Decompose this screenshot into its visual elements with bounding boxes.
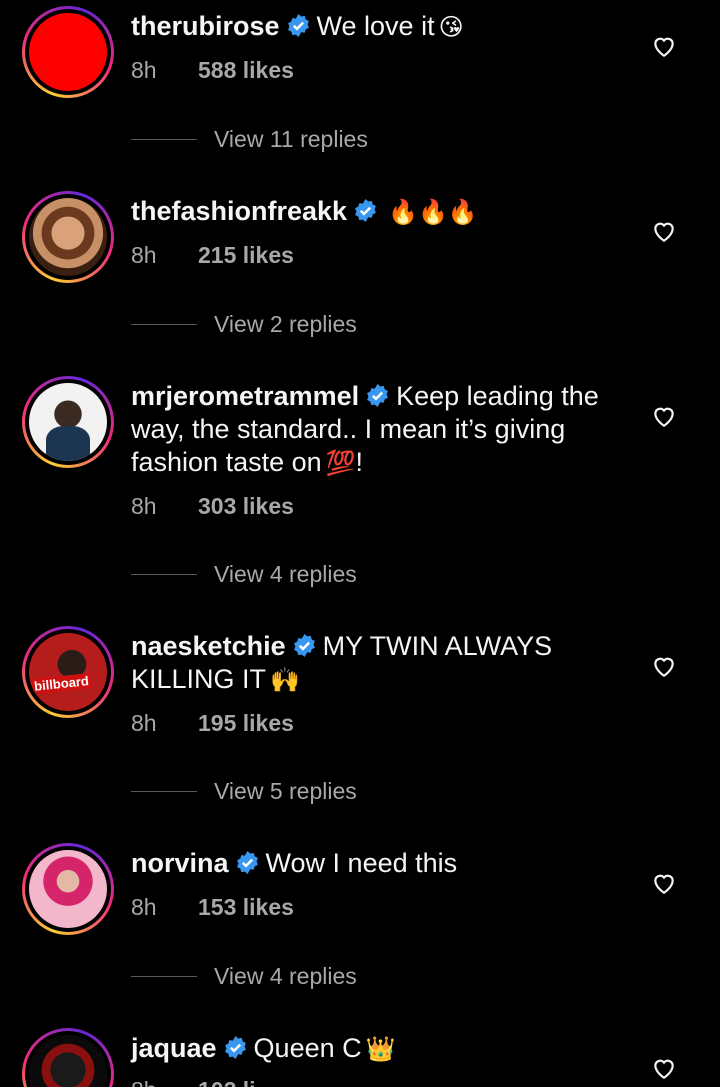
verified-badge-icon	[367, 384, 389, 407]
username[interactable]: therubirose	[131, 11, 280, 41]
avatar[interactable]	[22, 376, 114, 468]
divider	[131, 324, 197, 325]
divider	[131, 976, 197, 977]
comment-text: Queen C	[253, 1033, 362, 1063]
like-heart-icon[interactable]	[651, 403, 677, 429]
view-replies-label: View 5 replies	[214, 778, 357, 804]
view-replies-button[interactable]: View 5 replies	[131, 778, 357, 805]
like-heart-icon[interactable]	[651, 653, 677, 679]
comment-time: 8h	[131, 57, 157, 83]
username[interactable]: mrjerometrammel	[131, 381, 359, 411]
avatar-image	[29, 198, 107, 276]
verified-badge-icon	[224, 1036, 246, 1059]
likes-count[interactable]: 195 likes	[198, 710, 294, 736]
avatar-image	[29, 850, 107, 928]
username[interactable]: norvina	[131, 848, 229, 878]
comment-time: 8h	[131, 493, 157, 519]
avatar-image	[29, 1035, 107, 1087]
view-replies-button[interactable]: View 4 replies	[131, 561, 357, 588]
avatar-image	[29, 633, 107, 711]
likes-count[interactable]: 588 likes	[198, 57, 294, 83]
comment-text: Wow I need this	[265, 848, 458, 878]
comment-text: We love it	[316, 11, 435, 41]
view-replies-label: View 2 replies	[214, 311, 357, 337]
like-heart-icon[interactable]	[651, 870, 677, 896]
verified-badge-icon	[355, 199, 376, 222]
avatar[interactable]	[22, 626, 114, 718]
verified-badge-icon	[293, 634, 315, 657]
like-heart-icon[interactable]	[651, 218, 677, 244]
verified-badge-icon	[236, 851, 258, 874]
view-replies-label: View 4 replies	[214, 963, 357, 989]
like-heart-icon[interactable]	[651, 1055, 677, 1081]
avatar-image	[29, 13, 107, 91]
avatar[interactable]	[22, 1028, 114, 1087]
likes-count[interactable]: 303 likes	[198, 493, 294, 519]
comment-time: 8h	[131, 710, 157, 736]
avatar-image	[29, 383, 107, 461]
comment-time: 8h	[131, 242, 157, 268]
avatar[interactable]	[22, 6, 114, 98]
comment-time: 8h	[131, 1077, 198, 1087]
like-heart-icon[interactable]	[651, 33, 677, 59]
likes-count[interactable]: 153 likes	[198, 894, 294, 920]
divider	[131, 791, 197, 792]
comment-emoji: 🙌	[270, 667, 300, 694]
view-replies-button[interactable]: View 2 replies	[131, 311, 357, 338]
comment-emoji: 💯	[325, 450, 356, 477]
avatar[interactable]	[22, 191, 114, 283]
divider	[131, 139, 197, 140]
comment-time: 8h	[131, 894, 157, 920]
verified-badge-icon	[287, 14, 309, 37]
view-replies-label: View 11 replies	[214, 126, 368, 152]
username[interactable]: thefashionfreakk	[131, 196, 347, 226]
username[interactable]: naesketchie	[131, 631, 286, 661]
comment-emoji: 👑	[365, 1036, 396, 1063]
avatar[interactable]	[22, 843, 114, 935]
view-replies-button[interactable]: View 11 replies	[131, 126, 368, 153]
likes-count[interactable]: 215 likes	[198, 242, 294, 268]
view-replies-label: View 4 replies	[214, 561, 357, 587]
comment-text-tail: !	[355, 447, 364, 477]
view-replies-button[interactable]: View 4 replies	[131, 963, 357, 990]
divider	[131, 574, 197, 575]
likes-count[interactable]: 102 li	[198, 1077, 256, 1087]
comment-emoji: 🔥🔥🔥	[388, 199, 478, 226]
username[interactable]: jaquae	[131, 1033, 217, 1063]
comment-emoji: 😘	[438, 14, 464, 41]
